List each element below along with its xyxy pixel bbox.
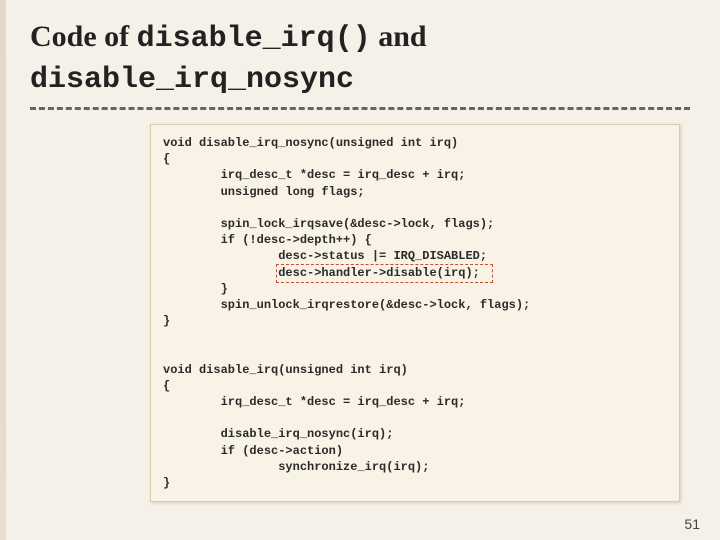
title-prefix: Code of xyxy=(30,20,137,53)
page-number: 51 xyxy=(684,516,700,532)
title-divider xyxy=(30,107,690,110)
code-text: void disable_irq_nosync(unsigned int irq… xyxy=(163,136,530,490)
title-mono-2: disable_irq_nosync xyxy=(30,63,354,97)
side-accent xyxy=(0,0,6,540)
title-mid: and xyxy=(371,20,427,53)
slide: Code of disable_irq() and disable_irq_no… xyxy=(0,0,720,540)
slide-title: Code of disable_irq() and disable_irq_no… xyxy=(30,18,690,99)
code-block: void disable_irq_nosync(unsigned int irq… xyxy=(150,124,680,502)
title-mono-1: disable_irq() xyxy=(137,22,371,56)
